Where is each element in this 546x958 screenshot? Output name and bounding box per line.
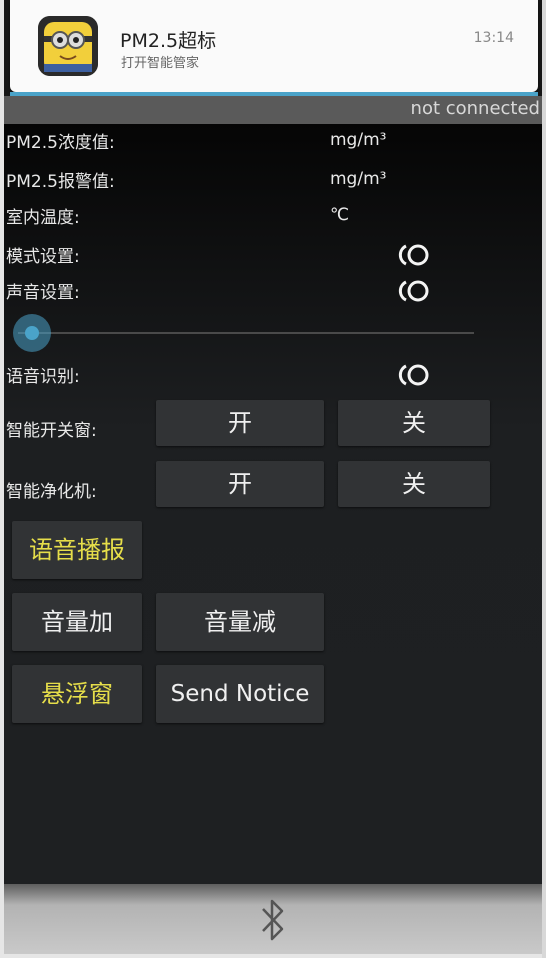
volume-slider-track[interactable] bbox=[18, 332, 474, 334]
bluetooth-icon[interactable] bbox=[258, 897, 288, 943]
window-open-button[interactable]: 开 bbox=[156, 400, 324, 446]
mode-toggle-icon[interactable] bbox=[396, 242, 432, 268]
temperature-label: 室内温度: bbox=[6, 208, 80, 228]
voice-broadcast-button[interactable]: 语音播报 bbox=[12, 521, 142, 579]
window-control-label: 智能开关窗: bbox=[6, 421, 97, 441]
notification-card[interactable]: PM2.5超标 打开智能管家 13:14 bbox=[10, 0, 538, 92]
app-screen: PM2.5超标 打开智能管家 13:14 not connected PM2.5… bbox=[4, 0, 542, 954]
volume-down-button[interactable]: 音量减 bbox=[156, 593, 324, 651]
minion-app-icon bbox=[38, 16, 98, 76]
sound-toggle-icon[interactable] bbox=[396, 278, 432, 304]
connection-status: not connected bbox=[410, 98, 540, 119]
purifier-off-button[interactable]: 关 bbox=[338, 461, 490, 507]
purifier-on-button[interactable]: 开 bbox=[156, 461, 324, 507]
volume-up-button[interactable]: 音量加 bbox=[12, 593, 142, 651]
floating-window-button[interactable]: 悬浮窗 bbox=[12, 665, 142, 723]
window-close-button[interactable]: 关 bbox=[338, 400, 490, 446]
device-edge bbox=[542, 0, 546, 958]
pm25-value-unit: mg/m³ bbox=[330, 130, 387, 150]
purifier-control-label: 智能净化机: bbox=[6, 482, 97, 502]
pm25-alarm-unit: mg/m³ bbox=[330, 169, 387, 189]
notification-title: PM2.5超标 bbox=[120, 30, 217, 52]
mode-setting-label: 模式设置: bbox=[6, 247, 80, 267]
volume-slider-thumb[interactable] bbox=[13, 314, 51, 352]
voice-recognition-label: 语音识别: bbox=[6, 367, 80, 387]
temperature-unit: ℃ bbox=[330, 205, 350, 225]
send-notice-button[interactable]: Send Notice bbox=[156, 665, 324, 723]
pm25-alarm-label: PM2.5报警值: bbox=[6, 172, 115, 192]
notification-text: 打开智能管家 bbox=[121, 56, 200, 71]
notification-time: 13:14 bbox=[473, 30, 514, 46]
sound-setting-label: 声音设置: bbox=[6, 283, 80, 303]
connection-status-bar: not connected bbox=[4, 96, 542, 124]
pm25-value-label: PM2.5浓度值: bbox=[6, 133, 115, 153]
bottom-navigation-bar bbox=[4, 884, 542, 954]
voice-recognition-toggle-icon[interactable] bbox=[396, 362, 432, 388]
